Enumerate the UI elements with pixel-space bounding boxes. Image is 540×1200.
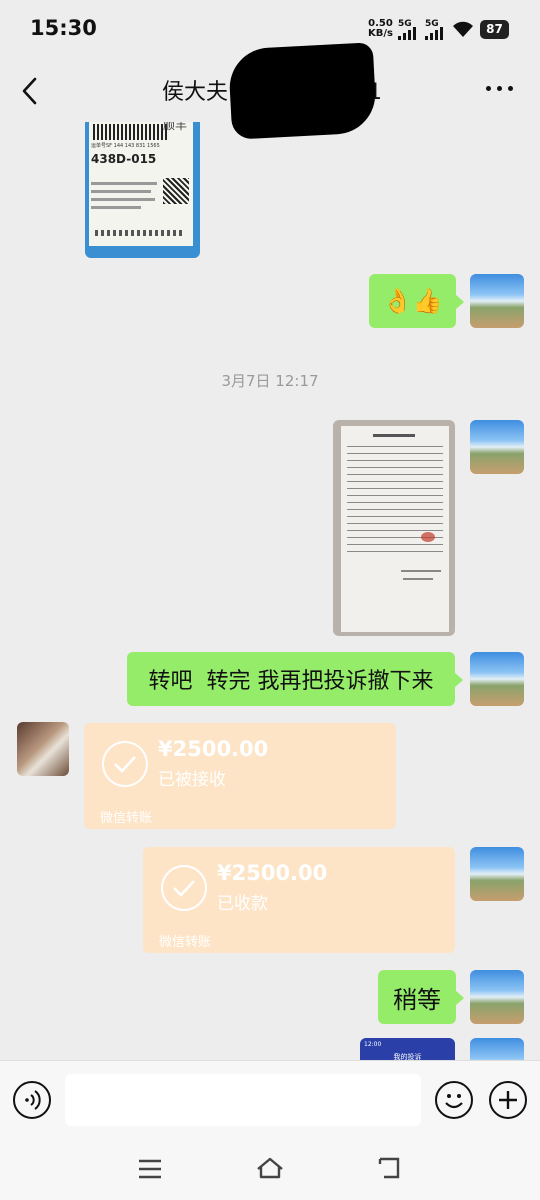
status-time: 15:30 [30,16,97,40]
message-text: 转吧 转完 我再把投诉撤下来 [148,669,434,694]
battery-icon: 87 [480,20,509,39]
message-input[interactable] [65,1074,421,1126]
emoji-text: 👌👍 [382,287,443,315]
emoji-icon[interactable] [435,1081,473,1119]
avatar[interactable] [470,652,524,706]
check-circle-icon [102,741,148,787]
more-horizontal-icon[interactable] [486,86,516,94]
input-bar [0,1060,540,1140]
transfer-card-received[interactable]: ¥2500.00 已被接收 微信转账 [84,723,396,829]
message-bubble-emoji[interactable]: 👌👍 [369,274,464,328]
transfer-brand: 微信转账 [100,811,153,826]
message-bubble-text[interactable]: 稍等 [378,970,464,1024]
home-icon[interactable] [255,1156,285,1180]
label-code: 438D-015 [91,152,157,166]
screenshot-photo[interactable]: 12:00 我的投诉 [360,1038,455,1060]
transfer-amount: ¥2500.00 [217,861,328,885]
avatar[interactable] [17,722,69,776]
document-photo[interactable] [333,420,455,636]
avatar[interactable] [470,970,524,1024]
transfer-brand: 微信转账 [159,935,212,950]
chevron-left-icon[interactable] [16,74,44,108]
avatar[interactable] [470,847,524,901]
menu-icon[interactable] [137,1158,163,1180]
preview-title: 我的投诉 [393,1053,422,1060]
back-icon[interactable] [376,1156,404,1180]
signal-icon [425,27,445,40]
label-brand: 顺丰 [163,122,188,132]
system-nav-bar [0,1140,540,1200]
network-speed-unit: KB/s [368,28,393,39]
preview-time: 12:00 [364,1041,382,1048]
avatar[interactable] [470,420,524,474]
voice-icon[interactable] [13,1081,51,1119]
plus-icon[interactable] [489,1081,527,1119]
message-timestamp: 3月7日 12:17 [221,372,319,390]
message-list[interactable]: 顺丰 运单号SF 144 143 831 1565 438D-015 👌👍 3月… [0,122,540,1060]
transfer-card-sent[interactable]: ¥2500.00 已收款 微信转账 [143,847,455,953]
transfer-status: 已收款 [217,894,268,914]
wifi-icon [453,21,473,37]
label-tracking: 运单号SF 144 143 831 1565 [91,143,160,149]
network-speed: 0.50 KB/s [368,19,393,39]
shipping-label-photo[interactable]: 顺丰 运单号SF 144 143 831 1565 438D-015 [85,122,200,258]
transfer-amount: ¥2500.00 [158,737,269,761]
signal-icon [398,27,418,40]
check-circle-icon [161,865,207,911]
message-bubble-text[interactable]: 转吧 转完 我再把投诉撤下来 [127,652,463,706]
message-text: 稍等 [393,985,441,1014]
avatar[interactable] [470,274,524,328]
avatar[interactable] [470,1038,524,1060]
transfer-status: 已被接收 [158,770,226,790]
